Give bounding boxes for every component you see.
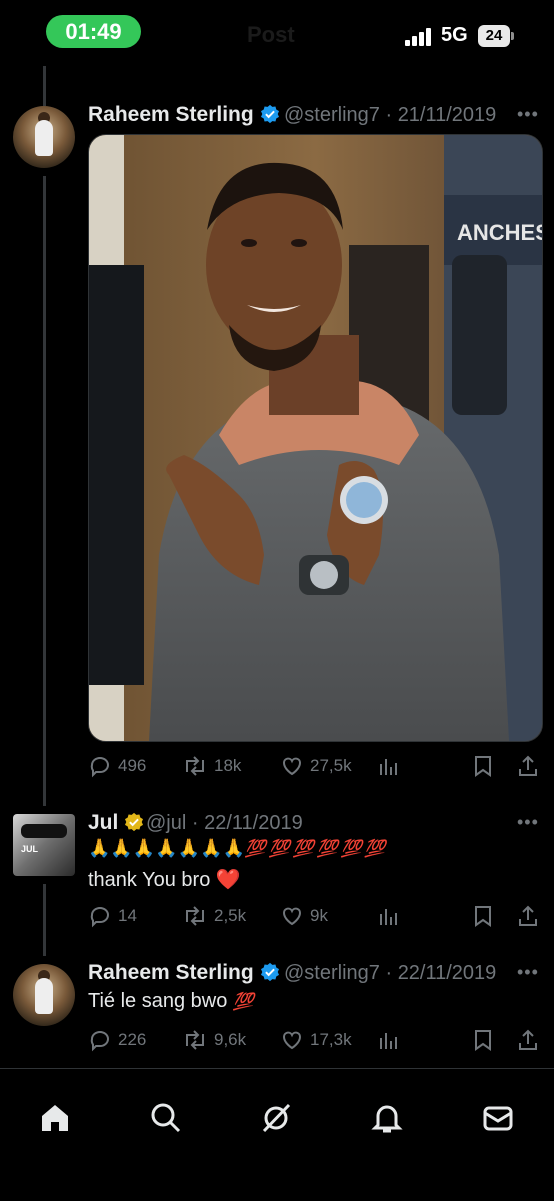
heart-icon xyxy=(283,1031,301,1050)
messages-icon xyxy=(483,1106,513,1131)
views-button[interactable] xyxy=(378,902,400,930)
more-options-icon[interactable]: ••• xyxy=(517,962,539,983)
retweet-button[interactable]: 2,5k xyxy=(182,902,246,930)
tab-home[interactable] xyxy=(37,1100,73,1136)
battery-icon: 24 xyxy=(478,25,514,47)
network-type: 5G xyxy=(441,24,468,46)
share-icon xyxy=(519,755,537,776)
share-button[interactable] xyxy=(516,752,540,780)
share-button[interactable] xyxy=(516,1026,540,1054)
photo-illustration: ANCHEST xyxy=(89,135,542,741)
views-button[interactable] xyxy=(378,752,400,780)
like-count: 27,5k xyxy=(310,756,352,775)
tweet-meta: @jul · 22/11/2019 xyxy=(146,812,303,834)
verified-badge-icon xyxy=(260,962,279,982)
reply-button[interactable]: 496 xyxy=(88,752,146,780)
reply-button[interactable]: 226 xyxy=(88,1026,146,1054)
retweet-icon xyxy=(186,1030,204,1050)
tweet-meta: @sterling7 · 22/11/2019 xyxy=(284,962,497,984)
reply-count: 226 xyxy=(118,1030,147,1049)
bookmark-button[interactable] xyxy=(472,902,494,930)
avatar[interactable] xyxy=(13,964,75,1026)
avatar[interactable] xyxy=(13,106,75,168)
tab-grok[interactable] xyxy=(258,1100,294,1136)
signal-icon xyxy=(405,28,431,46)
like-count: 9k xyxy=(310,906,328,925)
retweet-icon xyxy=(186,906,204,926)
like-button[interactable]: 9k xyxy=(280,902,328,930)
handle[interactable]: @jul xyxy=(146,812,186,834)
share-icon xyxy=(519,905,537,926)
verified-badge-icon xyxy=(260,104,279,124)
handle[interactable]: @sterling7 xyxy=(284,104,380,126)
status-bar: 01:49 Post 5G 24 xyxy=(0,0,554,66)
tweet-date[interactable]: 21/11/2019 xyxy=(398,104,497,126)
status-time: 01:49 xyxy=(46,15,141,48)
notifications-icon xyxy=(371,1105,403,1133)
bookmark-icon xyxy=(475,1030,491,1051)
search-icon xyxy=(151,1103,181,1133)
reply-button[interactable]: 14 xyxy=(88,902,137,930)
retweet-count: 2,5k xyxy=(214,906,247,925)
thread-line xyxy=(43,884,46,956)
share-button[interactable] xyxy=(516,902,540,930)
reply-icon xyxy=(90,907,109,928)
grok-icon xyxy=(262,1103,291,1133)
tweet-text: Tié le sang bwo 💯 xyxy=(88,990,254,1012)
tweet-actions: 496 18k 27,5k xyxy=(88,752,548,780)
heart-icon xyxy=(283,907,301,926)
like-button[interactable]: 27,5k xyxy=(280,752,352,780)
views-icon xyxy=(380,759,397,775)
share-icon xyxy=(519,1029,537,1050)
author-name[interactable]: Raheem Sterling xyxy=(88,103,280,127)
tweet-actions: 14 2,5k 9k xyxy=(88,902,548,930)
handle[interactable]: @sterling7 xyxy=(284,962,380,984)
thread-line xyxy=(43,66,46,106)
tab-search[interactable] xyxy=(148,1100,184,1136)
tab-notifications[interactable] xyxy=(369,1100,405,1136)
retweet-count: 9,6k xyxy=(214,1030,247,1049)
bookmark-button[interactable] xyxy=(472,752,494,780)
tweet-photo[interactable]: ANCHEST xyxy=(88,134,543,742)
tweet-date[interactable]: 22/11/2019 xyxy=(398,962,497,984)
bottom-tab-bar xyxy=(0,1068,554,1201)
like-button[interactable]: 17,3k xyxy=(280,1026,352,1054)
tweet-meta: @sterling7 · 21/11/2019 xyxy=(284,104,497,126)
more-options-icon[interactable]: ••• xyxy=(517,104,539,125)
verified-badge-icon xyxy=(125,812,144,832)
views-icon xyxy=(380,1033,397,1049)
tweet-emoji-line: 🙏🙏🙏🙏🙏🙏🙏💯 💯 💯 💯 💯 💯 xyxy=(88,838,386,858)
bookmark-icon xyxy=(475,756,491,777)
retweet-icon xyxy=(186,756,204,776)
reply-icon xyxy=(90,757,109,778)
more-options-icon[interactable]: ••• xyxy=(517,812,539,833)
reply-icon xyxy=(90,1031,109,1052)
views-icon xyxy=(380,909,397,925)
tweet-actions: 226 9,6k 17,3k xyxy=(88,1026,548,1054)
author-name[interactable]: Jul xyxy=(88,811,144,835)
tab-messages[interactable] xyxy=(480,1100,516,1136)
svg-text:ANCHEST: ANCHEST xyxy=(457,220,542,245)
like-count: 17,3k xyxy=(310,1030,352,1049)
bookmark-button[interactable] xyxy=(472,1026,494,1054)
home-icon xyxy=(42,1105,68,1131)
avatar[interactable]: JUL xyxy=(13,814,75,876)
heart-icon xyxy=(283,757,301,776)
views-button[interactable] xyxy=(378,1026,400,1054)
retweet-button[interactable]: 9,6k xyxy=(182,1026,246,1054)
retweet-button[interactable]: 18k xyxy=(182,752,241,780)
header-title: Post xyxy=(247,22,295,47)
tweet-date[interactable]: 22/11/2019 xyxy=(204,812,303,834)
reply-count: 14 xyxy=(118,906,137,925)
retweet-count: 18k xyxy=(214,756,242,775)
reply-count: 496 xyxy=(118,756,147,775)
thread-line xyxy=(43,176,46,806)
bookmark-icon xyxy=(475,906,491,927)
tweet-text: thank You bro ❤️ xyxy=(88,869,241,891)
author-name[interactable]: Raheem Sterling xyxy=(88,961,280,985)
